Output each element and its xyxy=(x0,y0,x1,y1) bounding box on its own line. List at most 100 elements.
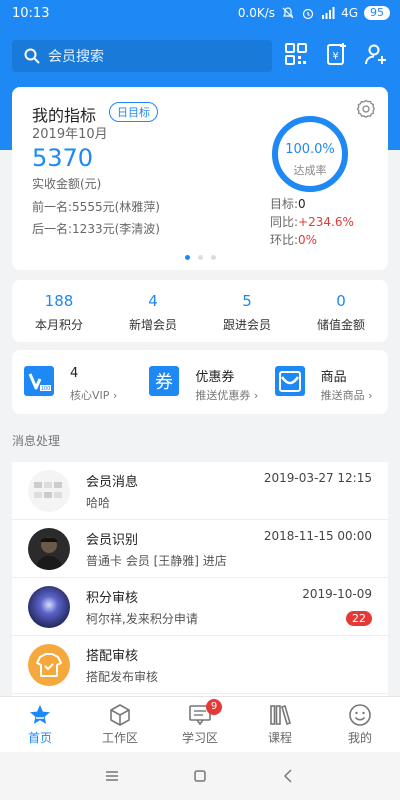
tab-label: 工作区 xyxy=(101,731,138,745)
alarm-icon xyxy=(302,8,314,20)
message-title: 会员识别 xyxy=(86,533,139,548)
coupon-title: 优惠券 xyxy=(195,370,235,385)
tab-label: 首页 xyxy=(27,731,52,745)
yoy-value: +234.6% xyxy=(298,215,354,229)
back-icon[interactable] xyxy=(280,768,296,784)
svg-text:¥: ¥ xyxy=(332,51,338,62)
search-icon xyxy=(24,48,40,64)
message-time: 2019-10-09 xyxy=(302,587,372,601)
shortcuts-card: 100 4 核心VIP › 券 优惠券 推送优惠券 › 商品 推送商品 › xyxy=(12,350,388,414)
search-placeholder: 会员搜索 xyxy=(48,49,104,65)
completion-label: 达成率 xyxy=(293,164,327,177)
outfit-review-avatar xyxy=(28,644,70,686)
member-message-avatar xyxy=(28,470,70,512)
svg-text:100: 100 xyxy=(41,386,51,392)
home-star-icon xyxy=(30,705,50,724)
tab-courses[interactable]: 课程 xyxy=(240,697,320,752)
list-item[interactable]: 会员识别 普通卡 会员 [王静雅] 进店 2018-11-15 00:00 xyxy=(12,520,388,578)
tab-home[interactable]: 首页 xyxy=(0,697,80,752)
count-value: 188 xyxy=(44,292,74,310)
vip-count: 4 xyxy=(70,366,79,381)
signal-icon xyxy=(322,7,335,19)
network-type: 4G xyxy=(341,6,358,20)
metrics-amount: 5370 xyxy=(32,144,94,172)
count-label: 新增会员 xyxy=(128,318,177,332)
next-rank: 后一名:1233元(李清波) xyxy=(32,222,160,236)
message-time: 2018-11-15 00:00 xyxy=(263,529,372,543)
tab-workspace[interactable]: 工作区 xyxy=(80,697,160,752)
products-link[interactable]: 推送商品 › xyxy=(321,387,373,403)
message-title: 会员消息 xyxy=(86,475,139,490)
member-recognition-avatar xyxy=(28,528,70,570)
count-label: 本月积分 xyxy=(34,318,83,332)
target-type-badge[interactable]: 日目标 xyxy=(109,102,158,122)
home-square-icon[interactable] xyxy=(192,768,208,784)
message-text: 普通卡 会员 [王静雅] 进店 xyxy=(86,554,227,568)
menu-icon[interactable] xyxy=(104,768,120,784)
page-indicator xyxy=(12,255,388,260)
yoy-stat: 同比:+234.6% xyxy=(270,213,354,230)
page-dot xyxy=(184,255,190,260)
system-navigation-bar xyxy=(0,752,400,800)
tab-profile[interactable]: 我的 xyxy=(320,697,400,752)
tab-learning[interactable]: 9 学习区 xyxy=(160,697,240,752)
coupon-link[interactable]: 推送优惠券 › xyxy=(195,387,258,403)
tab-label: 课程 xyxy=(267,731,292,745)
message-title: 搭配审核 xyxy=(86,649,139,664)
add-user-icon[interactable] xyxy=(364,42,388,66)
shopping-bag-icon xyxy=(274,366,305,396)
count-value: 0 xyxy=(336,292,346,310)
battery-indicator: 95 xyxy=(364,6,390,20)
list-item[interactable]: 积分审核 柯尔祥,发来积分申请 2019-10-09 22 xyxy=(12,578,388,636)
yoy-label: 同比: xyxy=(270,215,299,229)
message-time: 2019-03-27 12:15 xyxy=(263,471,372,485)
status-indicators: 0.0K/s 4G 95 xyxy=(238,6,390,20)
shortcut-coupon[interactable]: 券 优惠券 推送优惠券 › xyxy=(137,350,262,414)
shortcut-products[interactable]: 商品 推送商品 › xyxy=(263,350,388,414)
member-counts-card: 188 本月积分 4 新增会员 5 跟进会员 0 储值金额 xyxy=(12,280,388,342)
count-cell[interactable]: 4 新增会员 xyxy=(106,280,200,342)
bottom-navigation: 首页 工作区 9 学习区 课程 我的 xyxy=(0,696,400,752)
count-value: 4 xyxy=(148,292,158,310)
message-text: 柯尔祥,发来积分申请 xyxy=(86,612,198,626)
count-label: 跟进会员 xyxy=(222,318,271,332)
tab-label: 学习区 xyxy=(181,731,218,745)
count-cell[interactable]: 0 储值金额 xyxy=(294,280,388,342)
status-bar: 10:13 0.0K/s 4G 95 xyxy=(0,0,400,30)
cube-icon xyxy=(110,704,130,726)
list-item[interactable]: 会员消息 哈哈 2019-03-27 12:15 xyxy=(12,462,388,520)
products-title: 商品 xyxy=(320,370,347,385)
count-cell[interactable]: 188 本月积分 xyxy=(12,280,106,342)
status-time: 10:13 xyxy=(12,6,50,21)
gear-icon[interactable] xyxy=(356,99,376,119)
mom-stat: 环比:0% xyxy=(270,231,317,248)
search-input[interactable]: 会员搜索 xyxy=(12,40,272,72)
message-text: 搭配发布审核 xyxy=(86,670,159,684)
count-value: 5 xyxy=(242,292,252,310)
target-label: 目标: xyxy=(270,197,299,211)
vip-link[interactable]: 核心VIP › xyxy=(70,387,117,403)
page-dot xyxy=(197,255,203,260)
list-item[interactable]: 搭配审核 搭配发布审核 xyxy=(12,636,388,694)
target-stat: 目标:0 xyxy=(270,195,306,212)
message-text: 哈哈 xyxy=(86,496,111,510)
mom-value: 0% xyxy=(298,233,318,247)
network-speed: 0.0K/s xyxy=(237,6,276,20)
page-dot xyxy=(210,255,216,260)
unread-badge: 22 xyxy=(346,611,372,626)
metrics-card[interactable]: 我的指标 日目标 2019年10月 5370 实收金额(元) 前一名:5555元… xyxy=(12,87,388,270)
coupon-icon: 券 xyxy=(149,366,180,396)
message-title: 积分审核 xyxy=(86,591,139,606)
scan-card-icon[interactable]: ¥ xyxy=(324,42,348,66)
completion-rate: 100.0% xyxy=(285,142,335,157)
tab-label: 我的 xyxy=(347,731,372,745)
smile-face-icon xyxy=(349,704,371,726)
shortcut-vip[interactable]: 100 4 核心VIP › xyxy=(12,350,137,414)
mom-label: 环比: xyxy=(270,233,299,247)
target-value: 0 xyxy=(298,197,306,211)
metrics-amount-label: 实收金额(元) xyxy=(32,177,102,191)
count-cell[interactable]: 5 跟进会员 xyxy=(200,280,294,342)
metrics-period: 2019年10月 xyxy=(32,127,108,142)
qr-code-icon[interactable] xyxy=(284,42,308,66)
section-label: 消息处理 xyxy=(12,434,61,448)
